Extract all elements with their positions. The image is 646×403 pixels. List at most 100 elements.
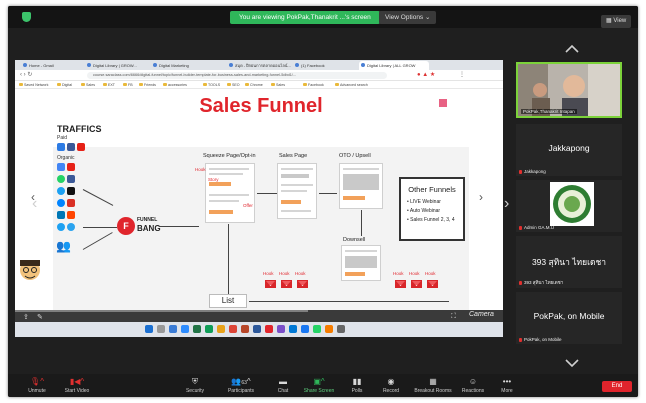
annotate-icon[interactable]: ✎ <box>37 313 43 321</box>
funnel-bang-logo: F <box>117 217 135 235</box>
app-icon[interactable] <box>277 325 285 333</box>
view-options-button[interactable]: View Options ⌄ <box>379 11 437 24</box>
participants-count: 63 <box>241 380 247 386</box>
flow-arrow <box>228 224 229 294</box>
start-icon[interactable] <box>145 325 153 333</box>
traffic-connector <box>83 227 117 228</box>
flow-arrow <box>159 226 199 227</box>
bookmark-item[interactable]: Saved Network <box>19 82 48 88</box>
excel-icon[interactable] <box>193 325 201 333</box>
powerpoint-icon[interactable] <box>241 325 249 333</box>
bookmark-item[interactable]: accessories <box>163 82 187 88</box>
mockup-line <box>281 210 311 212</box>
flow-arrow <box>361 210 362 236</box>
zoom-app-icon[interactable] <box>181 325 189 333</box>
share-icon[interactable]: ⇪ <box>23 313 29 321</box>
participant-name-tag: 393 สุทินา ไทยเดชา <box>519 279 563 286</box>
next-slide-icon[interactable]: › <box>479 190 483 204</box>
previous-page-icon[interactable]: ‹ <box>32 196 37 212</box>
email-icon <box>427 280 438 288</box>
participant-tile[interactable]: 393 สุทินา ไทยเดชา 393 สุทินา ไทยเดชา <box>516 236 622 288</box>
app-icon[interactable] <box>337 325 345 333</box>
participant-tile[interactable]: Jakkapong Jakkapong <box>516 124 622 176</box>
youtube-icon <box>67 163 75 171</box>
bookmark-item[interactable]: Sales <box>271 82 285 88</box>
gmail-icon <box>67 199 75 207</box>
bookmark-item[interactable]: Facebook <box>303 82 324 88</box>
security-shield-icon[interactable] <box>22 12 31 22</box>
chrome-icon[interactable] <box>229 325 237 333</box>
traffics-heading: TRAFFICS <box>57 124 102 134</box>
facebook-icon[interactable] <box>301 325 309 333</box>
participant-tile[interactable]: Admin GA.M.U <box>516 180 622 232</box>
participant-tile[interactable]: PokPak, on Mobile PokPak, on Mobile <box>516 292 622 344</box>
app-icon[interactable] <box>265 325 273 333</box>
bookmark-item[interactable]: Digital <box>57 82 72 88</box>
camera-label: Camera <box>469 311 494 318</box>
muted-mic-icon <box>519 337 522 342</box>
browser-nav-icon[interactable]: ‹ › ↻ <box>20 71 32 78</box>
bookmark-item[interactable]: Friends <box>139 82 156 88</box>
search-icon[interactable] <box>157 325 165 333</box>
mockup-button <box>281 200 301 204</box>
browser-tab-active[interactable]: Digital Library | ALL GROW <box>359 61 429 70</box>
participant-tile-video[interactable]: PokPak,Thanakrit Intapan <box>516 62 622 118</box>
line-app-icon[interactable] <box>313 325 321 333</box>
edge-icon[interactable] <box>289 325 297 333</box>
fullscreen-icon[interactable]: ⛶ <box>451 313 456 321</box>
mockup-video <box>345 256 377 268</box>
start-video-button[interactable]: ▮◀^ Start Video <box>54 377 100 394</box>
security-button[interactable]: ⛨ Security <box>172 377 218 394</box>
bookmark-item[interactable]: TOOLS <box>203 82 220 88</box>
browser-tab[interactable]: Digital Library | GROW... <box>85 61 149 70</box>
line-icon <box>57 175 65 183</box>
participant-name-tag: PokPak, on Mobile <box>519 337 562 342</box>
app-icon[interactable] <box>325 325 333 333</box>
folder-icon[interactable] <box>217 325 225 333</box>
taskview-icon[interactable] <box>169 325 177 333</box>
browser-menu-icon[interactable]: ⋮ <box>459 71 465 78</box>
next-page-icon[interactable]: › <box>504 196 509 212</box>
bookmark-item[interactable]: Chrome <box>245 82 263 88</box>
participants-button[interactable]: 👥63^ Participants <box>218 377 264 394</box>
shared-screen: Home - Gmail Digital Library | GROW... D… <box>15 60 503 337</box>
url-field[interactable]: course.saraclass.com/6666/digital-funnel… <box>87 72 387 79</box>
record-label: Record <box>382 388 400 394</box>
paid-label: Paid <box>57 135 68 141</box>
mockup-button <box>209 182 231 186</box>
view-layout-button[interactable]: ▦ View <box>601 15 632 28</box>
squeeze-page-mockup <box>205 163 255 223</box>
app-icon[interactable] <box>205 325 213 333</box>
mockup-line <box>281 190 307 192</box>
participant-footer-name: Jakkapong <box>524 169 546 174</box>
hook-label: Hook <box>263 271 274 276</box>
email-icon <box>265 280 276 288</box>
youtube-ads-icon <box>77 143 85 151</box>
mockup-line <box>209 194 249 196</box>
hook-label: Hook <box>279 271 290 276</box>
bookmark-item[interactable]: Sales <box>81 82 95 88</box>
more-icon: ••• <box>502 377 512 386</box>
scroll-up-chevron-icon[interactable] <box>564 44 580 54</box>
medium-icon <box>67 187 75 195</box>
record-button[interactable]: ◉ Record <box>368 377 414 394</box>
browser-tab[interactable]: Home - Gmail <box>21 61 83 70</box>
word-icon[interactable] <box>253 325 261 333</box>
participant-display-name: PokPak, on Mobile <box>533 311 605 321</box>
facebook-ads-icon <box>67 143 75 151</box>
bookmark-item[interactable]: SEO <box>227 82 240 88</box>
browser-tab[interactable]: Digital Marketing <box>151 61 215 70</box>
more-button[interactable]: ••• More <box>484 377 530 394</box>
browser-tab[interactable]: สมุด - ฝึกฝนการตลาดออนไลน์... <box>227 61 291 70</box>
browser-tab[interactable]: (1) Facebook <box>293 61 355 70</box>
zoom-window: You are viewing PokPak,Thanakrit ...'s s… <box>8 6 638 397</box>
end-meeting-button[interactable]: End <box>602 381 632 392</box>
bookmark-item[interactable]: FB <box>123 82 133 88</box>
email-icon <box>395 280 406 288</box>
extension-icons[interactable]: ● ▲ ★ <box>417 71 435 78</box>
slide-title: Sales Funnel <box>199 95 323 117</box>
meeting-toolbar: 🎙︎^ Unmute ▮◀^ Start Video ⛨ Security 👥63^ P… <box>8 374 638 397</box>
scroll-down-chevron-icon[interactable] <box>564 358 580 368</box>
bookmark-item[interactable]: Advanced search <box>335 82 368 88</box>
bookmark-item[interactable]: EXT <box>103 82 115 88</box>
